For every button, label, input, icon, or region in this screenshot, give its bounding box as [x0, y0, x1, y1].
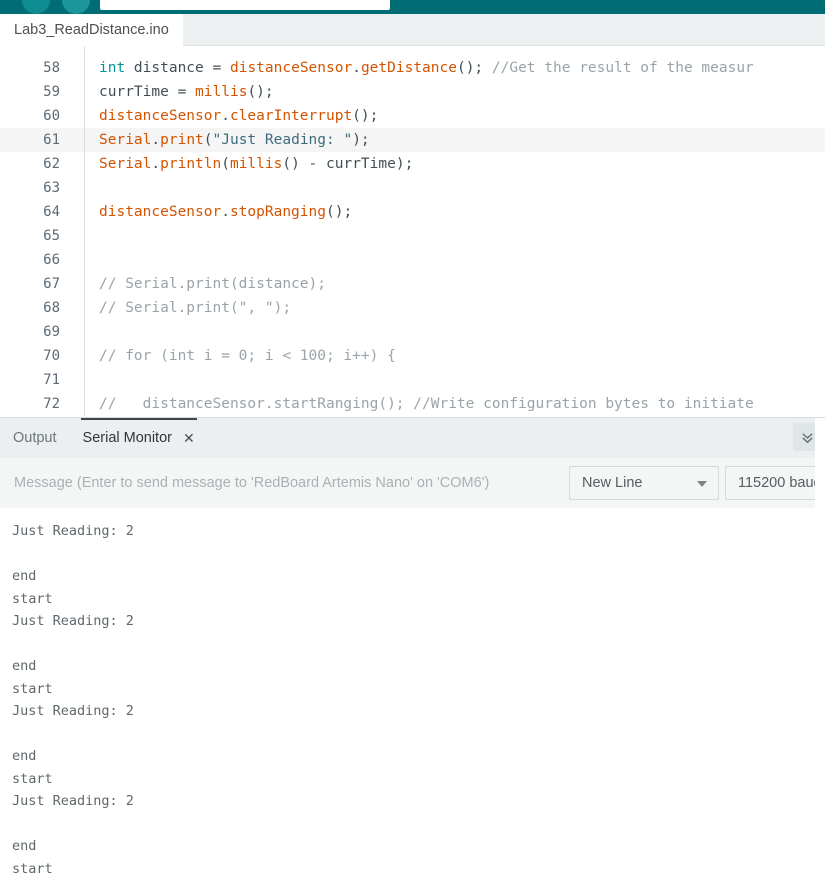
- editor-tab-bar: Lab3_ReadDistance.ino: [0, 14, 825, 46]
- chevron-down-icon: [697, 481, 707, 487]
- indent-guide: [84, 104, 85, 128]
- serial-message-row: New Line 115200 baud: [0, 458, 825, 508]
- line-number: 70: [43, 348, 60, 364]
- editor-tab-label: Lab3_ReadDistance.ino: [14, 22, 169, 38]
- upload-button[interactable]: [62, 0, 90, 14]
- indent-guide: [84, 368, 85, 392]
- arduino-ide-window: Lab3_ReadDistance.ino } 58 int distance =…: [0, 0, 825, 877]
- serial-output-line: [12, 723, 825, 746]
- code-line[interactable]: 61 Serial.print("Just Reading: ");: [0, 128, 825, 152]
- code-text: // for (int i = 0; i < 100; i++) {: [99, 348, 396, 364]
- line-number: 68: [43, 300, 60, 316]
- code-text: int distance = distanceSensor.getDistanc…: [99, 60, 754, 76]
- board-selector-combobox[interactable]: [100, 0, 390, 10]
- indent-guide: [84, 320, 85, 344]
- serial-output-line: [12, 813, 825, 836]
- serial-output-line: start: [12, 680, 53, 697]
- indent-guide: [84, 128, 85, 152]
- line-number: 62: [43, 156, 60, 172]
- panel-tab-bar: Output Serial Monitor ✕: [0, 418, 825, 458]
- line-number: 64: [43, 204, 60, 220]
- code-lines: 58 int distance = distanceSensor.getDista…: [0, 56, 825, 416]
- tab-output[interactable]: Output: [0, 418, 70, 458]
- code-line-partial: }: [0, 46, 825, 56]
- code-line[interactable]: 64 distanceSensor.stopRanging();: [0, 200, 825, 224]
- code-text: distanceSensor.clearInterrupt();: [99, 108, 379, 124]
- main-toolbar: [0, 0, 825, 14]
- line-number: 71: [43, 372, 60, 388]
- serial-output-lines: Just Reading: 2 end start Just Reading: 2 …: [12, 520, 825, 877]
- code-line[interactable]: 59 currTime = millis();: [0, 80, 825, 104]
- code-text: // Serial.print(", ");: [99, 300, 292, 316]
- serial-output-line: [12, 633, 825, 656]
- serial-output-scrollbar[interactable]: [815, 418, 825, 788]
- serial-output-line: start: [12, 590, 53, 607]
- indent-guide: [84, 272, 85, 296]
- baud-rate-select[interactable]: 115200 baud: [725, 466, 825, 500]
- serial-output-line: [12, 543, 825, 566]
- code-text: currTime = millis();: [99, 84, 274, 100]
- indent-guide: [84, 344, 85, 368]
- line-number: 69: [43, 324, 60, 340]
- serial-message-input[interactable]: [0, 458, 569, 508]
- line-number: 59: [43, 84, 60, 100]
- serial-output-line: end: [12, 838, 37, 854]
- indent-guide: [84, 392, 85, 416]
- tab-serial-monitor-label: Serial Monitor: [82, 430, 172, 446]
- serial-output-line: end: [12, 568, 37, 584]
- serial-output-line: Just Reading: 2: [12, 703, 134, 719]
- baud-rate-value: 115200 baud: [738, 475, 822, 491]
- code-editor[interactable]: } 58 int distance = distanceSensor.getDis…: [0, 46, 825, 417]
- indent-guide: [84, 152, 85, 176]
- line-number: 58: [43, 60, 60, 76]
- indent-guide: [84, 296, 85, 320]
- line-number: 72: [43, 396, 60, 412]
- indent-guide: [84, 80, 85, 104]
- bottom-panel: Output Serial Monitor ✕ New Line: [0, 417, 825, 877]
- serial-output-line: Just Reading: 2: [12, 523, 134, 539]
- code-line[interactable]: 67 // Serial.print(distance);: [0, 272, 825, 296]
- code-line[interactable]: 72 // distanceSensor.startRanging(); //Wr…: [0, 392, 825, 416]
- code-line[interactable]: 69: [0, 320, 825, 344]
- line-number: 60: [43, 108, 60, 124]
- indent-guide: [84, 56, 85, 80]
- serial-output-line: start: [12, 770, 53, 787]
- line-number: 65: [43, 228, 60, 244]
- serial-output-line: end: [12, 658, 37, 674]
- line-number: 63: [43, 180, 60, 196]
- serial-output-line: end: [12, 748, 37, 764]
- code-text: // distanceSensor.startRanging(); //Writ…: [99, 396, 754, 412]
- tab-serial-monitor[interactable]: Serial Monitor ✕: [70, 418, 208, 458]
- code-text: // Serial.print(distance);: [99, 276, 326, 292]
- line-ending-select[interactable]: New Line: [569, 466, 719, 500]
- serial-output[interactable]: Just Reading: 2 end start Just Reading: 2 …: [0, 508, 825, 877]
- code-line[interactable]: 68 // Serial.print(", ");: [0, 296, 825, 320]
- code-line[interactable]: 63: [0, 176, 825, 200]
- code-line[interactable]: 62 Serial.println(millis() - currTime);: [0, 152, 825, 176]
- editor-tab-sketch[interactable]: Lab3_ReadDistance.ino: [0, 14, 183, 46]
- close-icon[interactable]: ✕: [183, 431, 195, 445]
- line-number: 66: [43, 252, 60, 268]
- serial-output-line: Just Reading: 2: [12, 613, 134, 629]
- line-ending-value: New Line: [582, 475, 643, 491]
- code-line[interactable]: 71: [0, 368, 825, 392]
- tab-output-label: Output: [13, 430, 57, 446]
- code-text: Serial.println(millis() - currTime);: [99, 156, 414, 172]
- code-text: distanceSensor.stopRanging();: [99, 204, 353, 220]
- indent-guide: [84, 176, 85, 200]
- line-number: 67: [43, 276, 60, 292]
- code-line[interactable]: 66: [0, 248, 825, 272]
- indent-guide: [84, 248, 85, 272]
- code-line[interactable]: 65: [0, 224, 825, 248]
- line-number: 61: [43, 132, 60, 148]
- indent-guide: [84, 200, 85, 224]
- serial-output-line: start: [12, 860, 53, 877]
- code-text: Serial.print("Just Reading: ");: [99, 132, 370, 148]
- indent-guide: [84, 224, 85, 248]
- code-line[interactable]: 58 int distance = distanceSensor.getDista…: [0, 56, 825, 80]
- serial-output-line: Just Reading: 2: [12, 793, 134, 809]
- code-line[interactable]: 70 // for (int i = 0; i < 100; i++) {: [0, 344, 825, 368]
- verify-button[interactable]: [22, 0, 50, 14]
- code-line[interactable]: 60 distanceSensor.clearInterrupt();: [0, 104, 825, 128]
